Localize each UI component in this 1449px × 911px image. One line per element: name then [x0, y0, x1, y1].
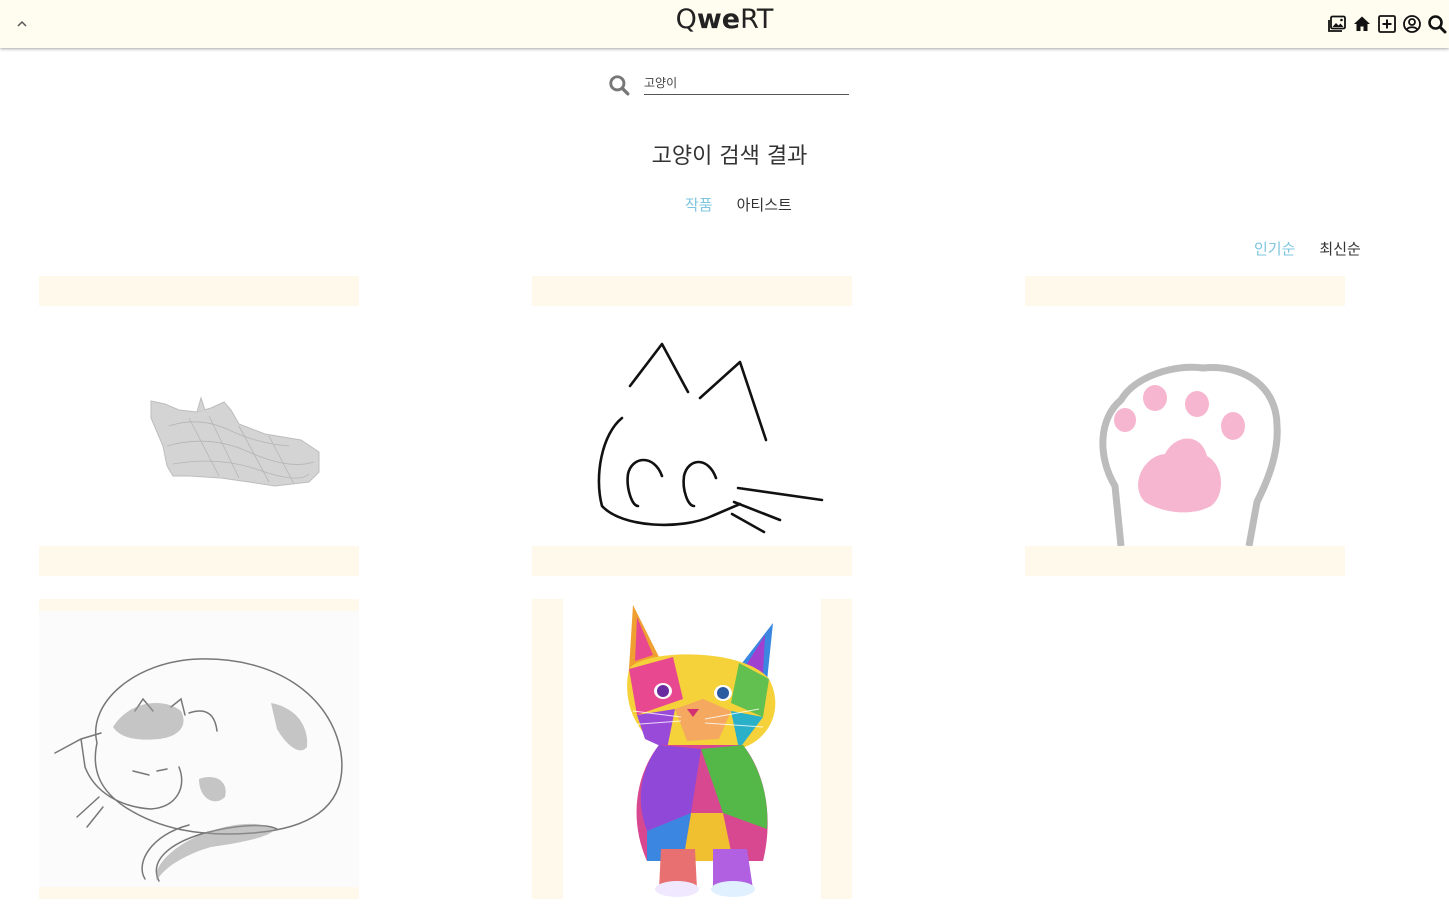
card-band-left	[532, 599, 563, 899]
search-bar	[608, 70, 853, 98]
card-band-top	[1025, 276, 1345, 306]
page-title: 고양이 검색 결과	[651, 144, 808, 169]
search-icon[interactable]	[1427, 14, 1447, 34]
result-tabs: 작품 아티스트	[685, 194, 792, 215]
artwork-card[interactable]	[1025, 276, 1345, 576]
tab-artists[interactable]: 아티스트	[737, 194, 792, 215]
card-band-top	[39, 276, 359, 306]
artwork-card[interactable]	[39, 599, 359, 899]
logo-rt: RT	[740, 4, 774, 35]
logo-q: Q	[675, 4, 697, 35]
artwork-card[interactable]	[532, 276, 852, 576]
artwork-card[interactable]	[39, 276, 359, 576]
logo[interactable]: QweRT	[0, 4, 1449, 35]
gallery-icon[interactable]	[1327, 14, 1347, 34]
tab-artworks[interactable]: 작품	[685, 194, 713, 215]
sort-popular[interactable]: 인기순	[1254, 238, 1295, 259]
logo-we: we	[696, 4, 741, 35]
card-band-bottom	[532, 546, 852, 576]
user-icon[interactable]	[1402, 14, 1422, 34]
artwork-image	[1099, 363, 1281, 546]
sort-latest[interactable]: 최신순	[1319, 238, 1360, 259]
sort-options: 인기순 최신순	[1254, 238, 1361, 259]
artwork-image	[39, 611, 359, 887]
add-icon[interactable]	[1377, 14, 1397, 34]
header-icons	[1327, 14, 1447, 34]
artwork-image	[150, 396, 320, 487]
home-icon[interactable]	[1352, 14, 1372, 34]
card-band-right	[821, 599, 852, 899]
card-band-top	[39, 599, 359, 611]
top-header: QweRT	[0, 0, 1449, 48]
artwork-card[interactable]	[532, 599, 852, 899]
artwork-image	[597, 342, 824, 534]
search-input[interactable]	[644, 70, 849, 95]
card-band-top	[532, 276, 852, 306]
search-icon[interactable]	[608, 74, 630, 96]
card-band-bottom	[39, 546, 359, 576]
card-band-bottom	[1025, 546, 1345, 576]
card-band-bottom	[39, 887, 359, 899]
artwork-image	[626, 605, 776, 897]
